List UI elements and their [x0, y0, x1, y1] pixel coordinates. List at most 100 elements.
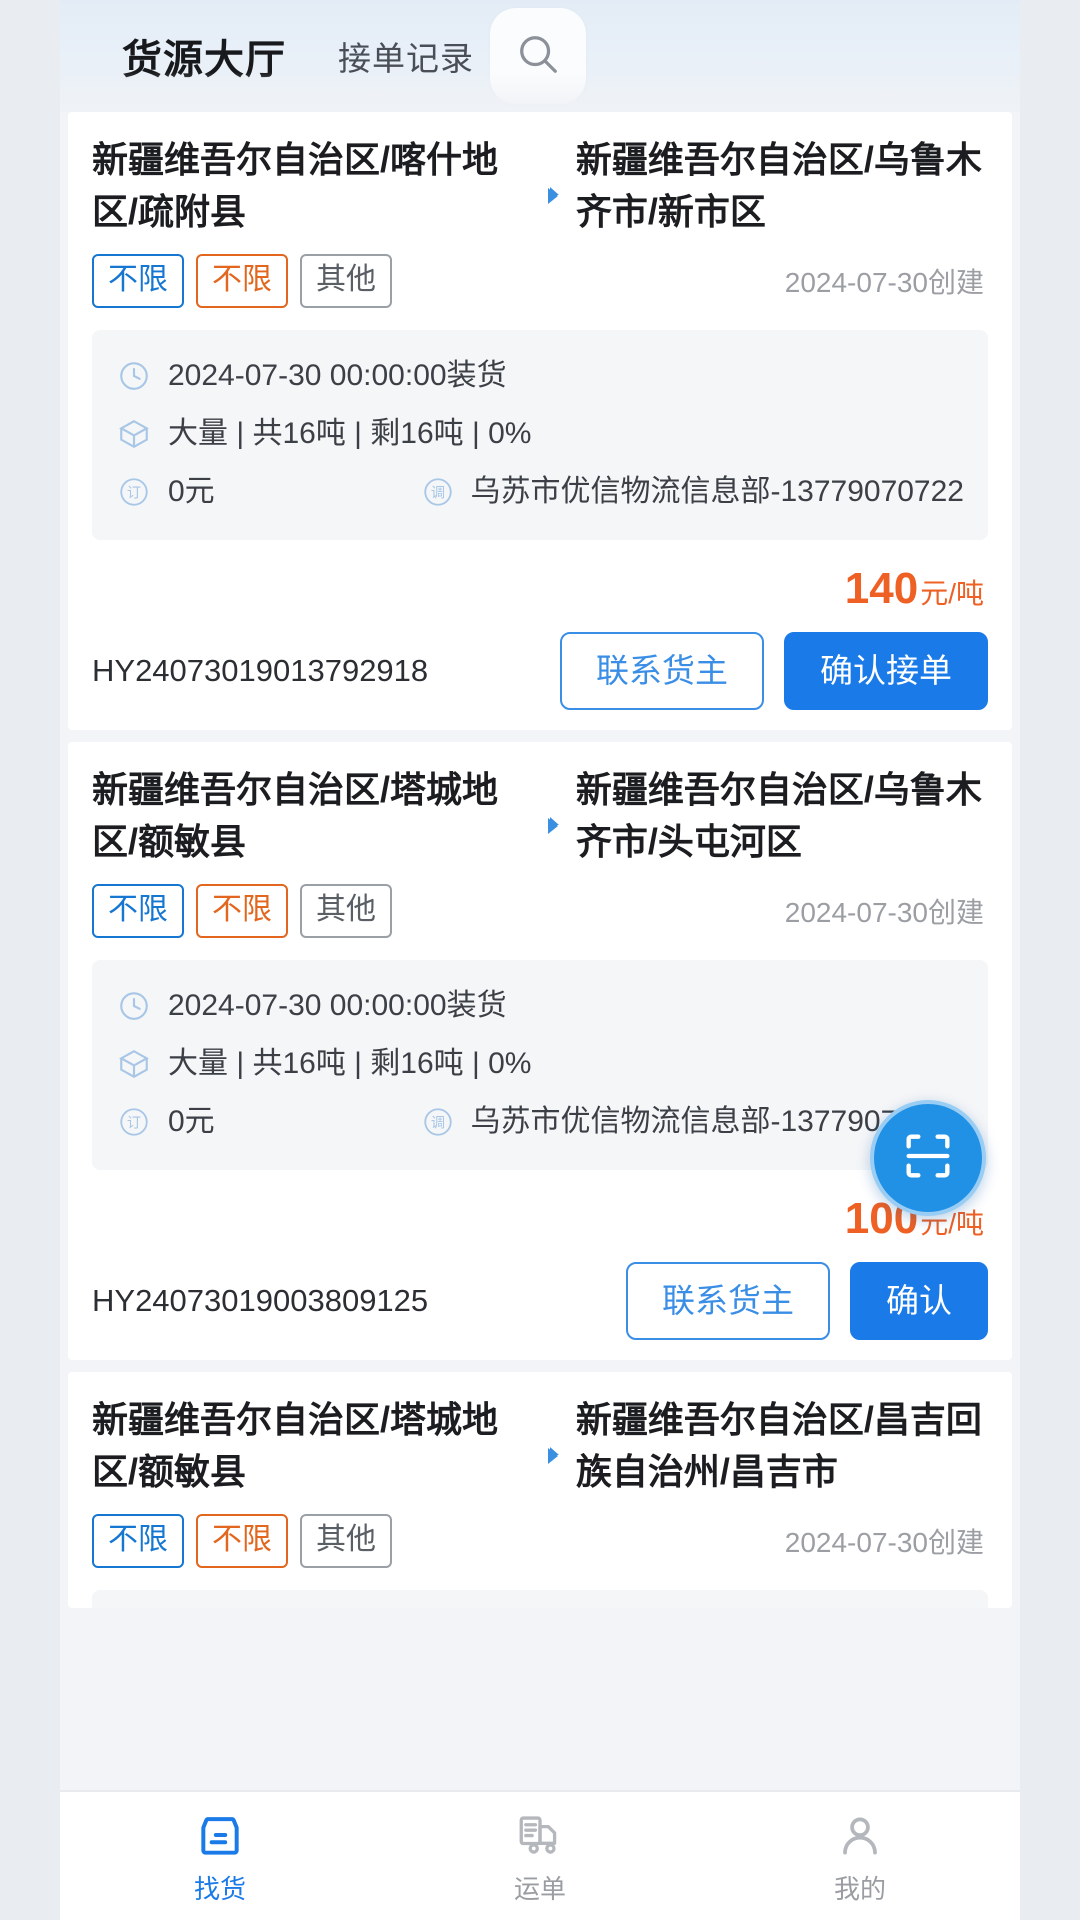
dispatch-icon: 调	[420, 1104, 456, 1140]
create-date: 2024-07-30创建	[784, 897, 984, 928]
destination-text: 新疆维吾尔自治区/昌吉回族自治州/昌吉市	[575, 1399, 982, 1492]
tab-label: 我的	[833, 1873, 886, 1904]
info-panel: 2024-07-30 00:00:00装货 大量 | 共16吨 | 剩16吨 |…	[92, 960, 988, 1170]
price-unit: 元/吨	[920, 578, 984, 609]
tag-truck-type: 不限	[92, 254, 184, 308]
contact-owner-button[interactable]: 联系货主	[626, 1262, 830, 1340]
tag-cargo-type: 其他	[300, 254, 392, 308]
tag-truck-length: 不限	[196, 1514, 288, 1568]
route-arrow	[504, 764, 576, 836]
svg-text:订: 订	[127, 486, 141, 502]
deposit-text: 0元	[168, 475, 215, 508]
tag-group: 不限 不限 其他	[92, 254, 392, 308]
tag-truck-length: 不限	[196, 884, 288, 938]
destination-text: 新疆维吾尔自治区/乌鲁木齐市/头屯河区	[575, 769, 982, 862]
origin-text: 新疆维吾尔自治区/塔城地区/额敏县	[92, 1399, 499, 1492]
load-time-text: 2024-07-30 00:00:00装货	[168, 989, 507, 1022]
create-date: 2024-07-30创建	[784, 267, 984, 298]
tab-waybill[interactable]: 运单	[380, 1792, 700, 1920]
tags-and-date: 不限 不限 其他 2024-07-30创建	[92, 1514, 988, 1568]
tags-and-date: 不限 不限 其他 2024-07-30创建	[92, 254, 988, 308]
tag-truck-type: 不限	[92, 1514, 184, 1568]
route-origin: 新疆维吾尔自治区/塔城地区/额敏县	[92, 764, 504, 868]
broker-text: 乌苏市优信物流信息部-13779070722	[470, 475, 964, 508]
arrow-right-icon	[518, 1438, 562, 1466]
route-row: 新疆维吾尔自治区/塔城地区/额敏县 新疆维吾尔自治区/乌鲁木齐市/头屯河区	[92, 764, 988, 868]
info-panel: 2024-07-30 00:00:00装货	[92, 1590, 988, 1608]
route-arrow	[504, 134, 576, 206]
goods-card[interactable]: 新疆维吾尔自治区/塔城地区/额敏县 新疆维吾尔自治区/乌鲁木齐市/头屯河区 不限…	[68, 742, 1012, 1360]
route-row: 新疆维吾尔自治区/塔城地区/额敏县 新疆维吾尔自治区/昌吉回族自治州/昌吉市	[92, 1394, 988, 1498]
order-number: HY24073019013792918	[92, 653, 429, 688]
deposit-broker-row: 订 0元 调 乌苏市优信物流信息部-13779070722	[116, 466, 964, 518]
box-icon	[116, 416, 152, 452]
card-footer: HY24073019013792918 联系货主 确认接单	[92, 632, 988, 710]
scan-icon	[899, 1127, 957, 1190]
origin-text: 新疆维吾尔自治区/喀什地区/疏附县	[92, 139, 499, 232]
arrow-right-icon	[518, 808, 562, 836]
order-number: HY24073019003809125	[92, 1283, 429, 1318]
tab-find-goods[interactable]: 找货	[60, 1792, 380, 1920]
tag-truck-type: 不限	[92, 884, 184, 938]
search-button[interactable]	[490, 8, 586, 104]
svg-text:调: 调	[431, 1116, 445, 1132]
bottom-tab-bar: 找货 运单 我的	[60, 1790, 1020, 1920]
tag-truck-length: 不限	[196, 254, 288, 308]
deposit-broker-row: 订 0元 调 乌苏市优信物流信息部-13779070722	[116, 1096, 964, 1148]
cargo-row: 大量 | 共16吨 | 剩16吨 | 0%	[116, 408, 964, 460]
card-actions: 联系货主 确认	[626, 1262, 988, 1340]
route-origin: 新疆维吾尔自治区/塔城地区/额敏县	[92, 1394, 504, 1498]
tab-profile[interactable]: 我的	[700, 1792, 1020, 1920]
route-row: 新疆维吾尔自治区/喀什地区/疏附县 新疆维吾尔自治区/乌鲁木齐市/新市区	[92, 134, 988, 238]
card-actions: 联系货主 确认接单	[560, 632, 988, 710]
clock-icon	[116, 988, 152, 1024]
price-row: 100元/吨	[92, 1194, 988, 1246]
cargo-row: 大量 | 共16吨 | 剩16吨 | 0%	[116, 1038, 964, 1090]
dispatch-icon: 调	[420, 474, 456, 510]
clock-icon	[116, 358, 152, 394]
route-arrow	[504, 1394, 576, 1466]
arrow-right-icon	[518, 178, 562, 206]
contact-owner-button[interactable]: 联系货主	[560, 632, 764, 710]
route-origin: 新疆维吾尔自治区/喀什地区/疏附县	[92, 134, 504, 238]
load-time-row: 2024-07-30 00:00:00装货	[116, 350, 964, 402]
truck-icon	[515, 1807, 565, 1861]
phone-screen: 货源大厅 接单记录 新疆维吾尔自治区/喀什地区/疏附县 新疆维吾尔自治区/乌鲁木…	[0, 0, 1080, 1920]
box-icon	[116, 1046, 152, 1082]
route-destination: 新疆维吾尔自治区/昌吉回族自治州/昌吉市	[576, 1394, 988, 1498]
app-header: 货源大厅 接单记录	[60, 0, 1020, 112]
load-time-text: 2024-07-30 00:00:00装货	[168, 359, 507, 392]
price-row: 140元/吨	[92, 564, 988, 616]
deposit-text: 0元	[168, 1105, 215, 1138]
goods-list[interactable]: 新疆维吾尔自治区/喀什地区/疏附县 新疆维吾尔自治区/乌鲁木齐市/新市区 不限 …	[60, 112, 1020, 1790]
load-time-row: 2024-07-30 00:00:00装货	[116, 980, 964, 1032]
tag-group: 不限 不限 其他	[92, 884, 392, 938]
tab-order-records[interactable]: 接单记录	[338, 32, 474, 80]
destination-text: 新疆维吾尔自治区/乌鲁木齐市/新市区	[575, 139, 982, 232]
tab-goods-hall[interactable]: 货源大厅	[122, 27, 286, 85]
goods-card[interactable]: 新疆维吾尔自治区/喀什地区/疏附县 新疆维吾尔自治区/乌鲁木齐市/新市区 不限 …	[68, 112, 1012, 730]
user-icon	[835, 1807, 885, 1861]
svg-text:订: 订	[127, 1116, 141, 1132]
tags-and-date: 不限 不限 其他 2024-07-30创建	[92, 884, 988, 938]
cargo-text: 大量 | 共16吨 | 剩16吨 | 0%	[168, 1047, 532, 1080]
svg-text:调: 调	[431, 486, 445, 502]
scan-fab-button[interactable]	[870, 1100, 986, 1216]
tab-label: 找货	[193, 1873, 246, 1904]
tag-cargo-type: 其他	[300, 884, 392, 938]
price-value: 140	[844, 564, 919, 613]
info-panel: 2024-07-30 00:00:00装货 大量 | 共16吨 | 剩16吨 |…	[92, 330, 988, 540]
app-viewport: 货源大厅 接单记录 新疆维吾尔自治区/喀什地区/疏附县 新疆维吾尔自治区/乌鲁木…	[60, 0, 1020, 1920]
confirm-order-button[interactable]: 确认	[850, 1262, 988, 1340]
box-icon	[195, 1807, 245, 1861]
tag-group: 不限 不限 其他	[92, 1514, 392, 1568]
broker-info: 调 乌苏市优信物流信息部-13779070722	[420, 466, 964, 518]
origin-text: 新疆维吾尔自治区/塔城地区/额敏县	[92, 769, 499, 862]
confirm-order-button[interactable]: 确认接单	[784, 632, 988, 710]
tag-cargo-type: 其他	[300, 1514, 392, 1568]
goods-card[interactable]: 新疆维吾尔自治区/塔城地区/额敏县 新疆维吾尔自治区/昌吉回族自治州/昌吉市 不…	[68, 1372, 1012, 1608]
card-footer: HY24073019003809125 联系货主 确认	[92, 1262, 988, 1340]
search-icon	[515, 31, 561, 82]
route-destination: 新疆维吾尔自治区/乌鲁木齐市/头屯河区	[576, 764, 988, 868]
cargo-text: 大量 | 共16吨 | 剩16吨 | 0%	[168, 417, 532, 450]
